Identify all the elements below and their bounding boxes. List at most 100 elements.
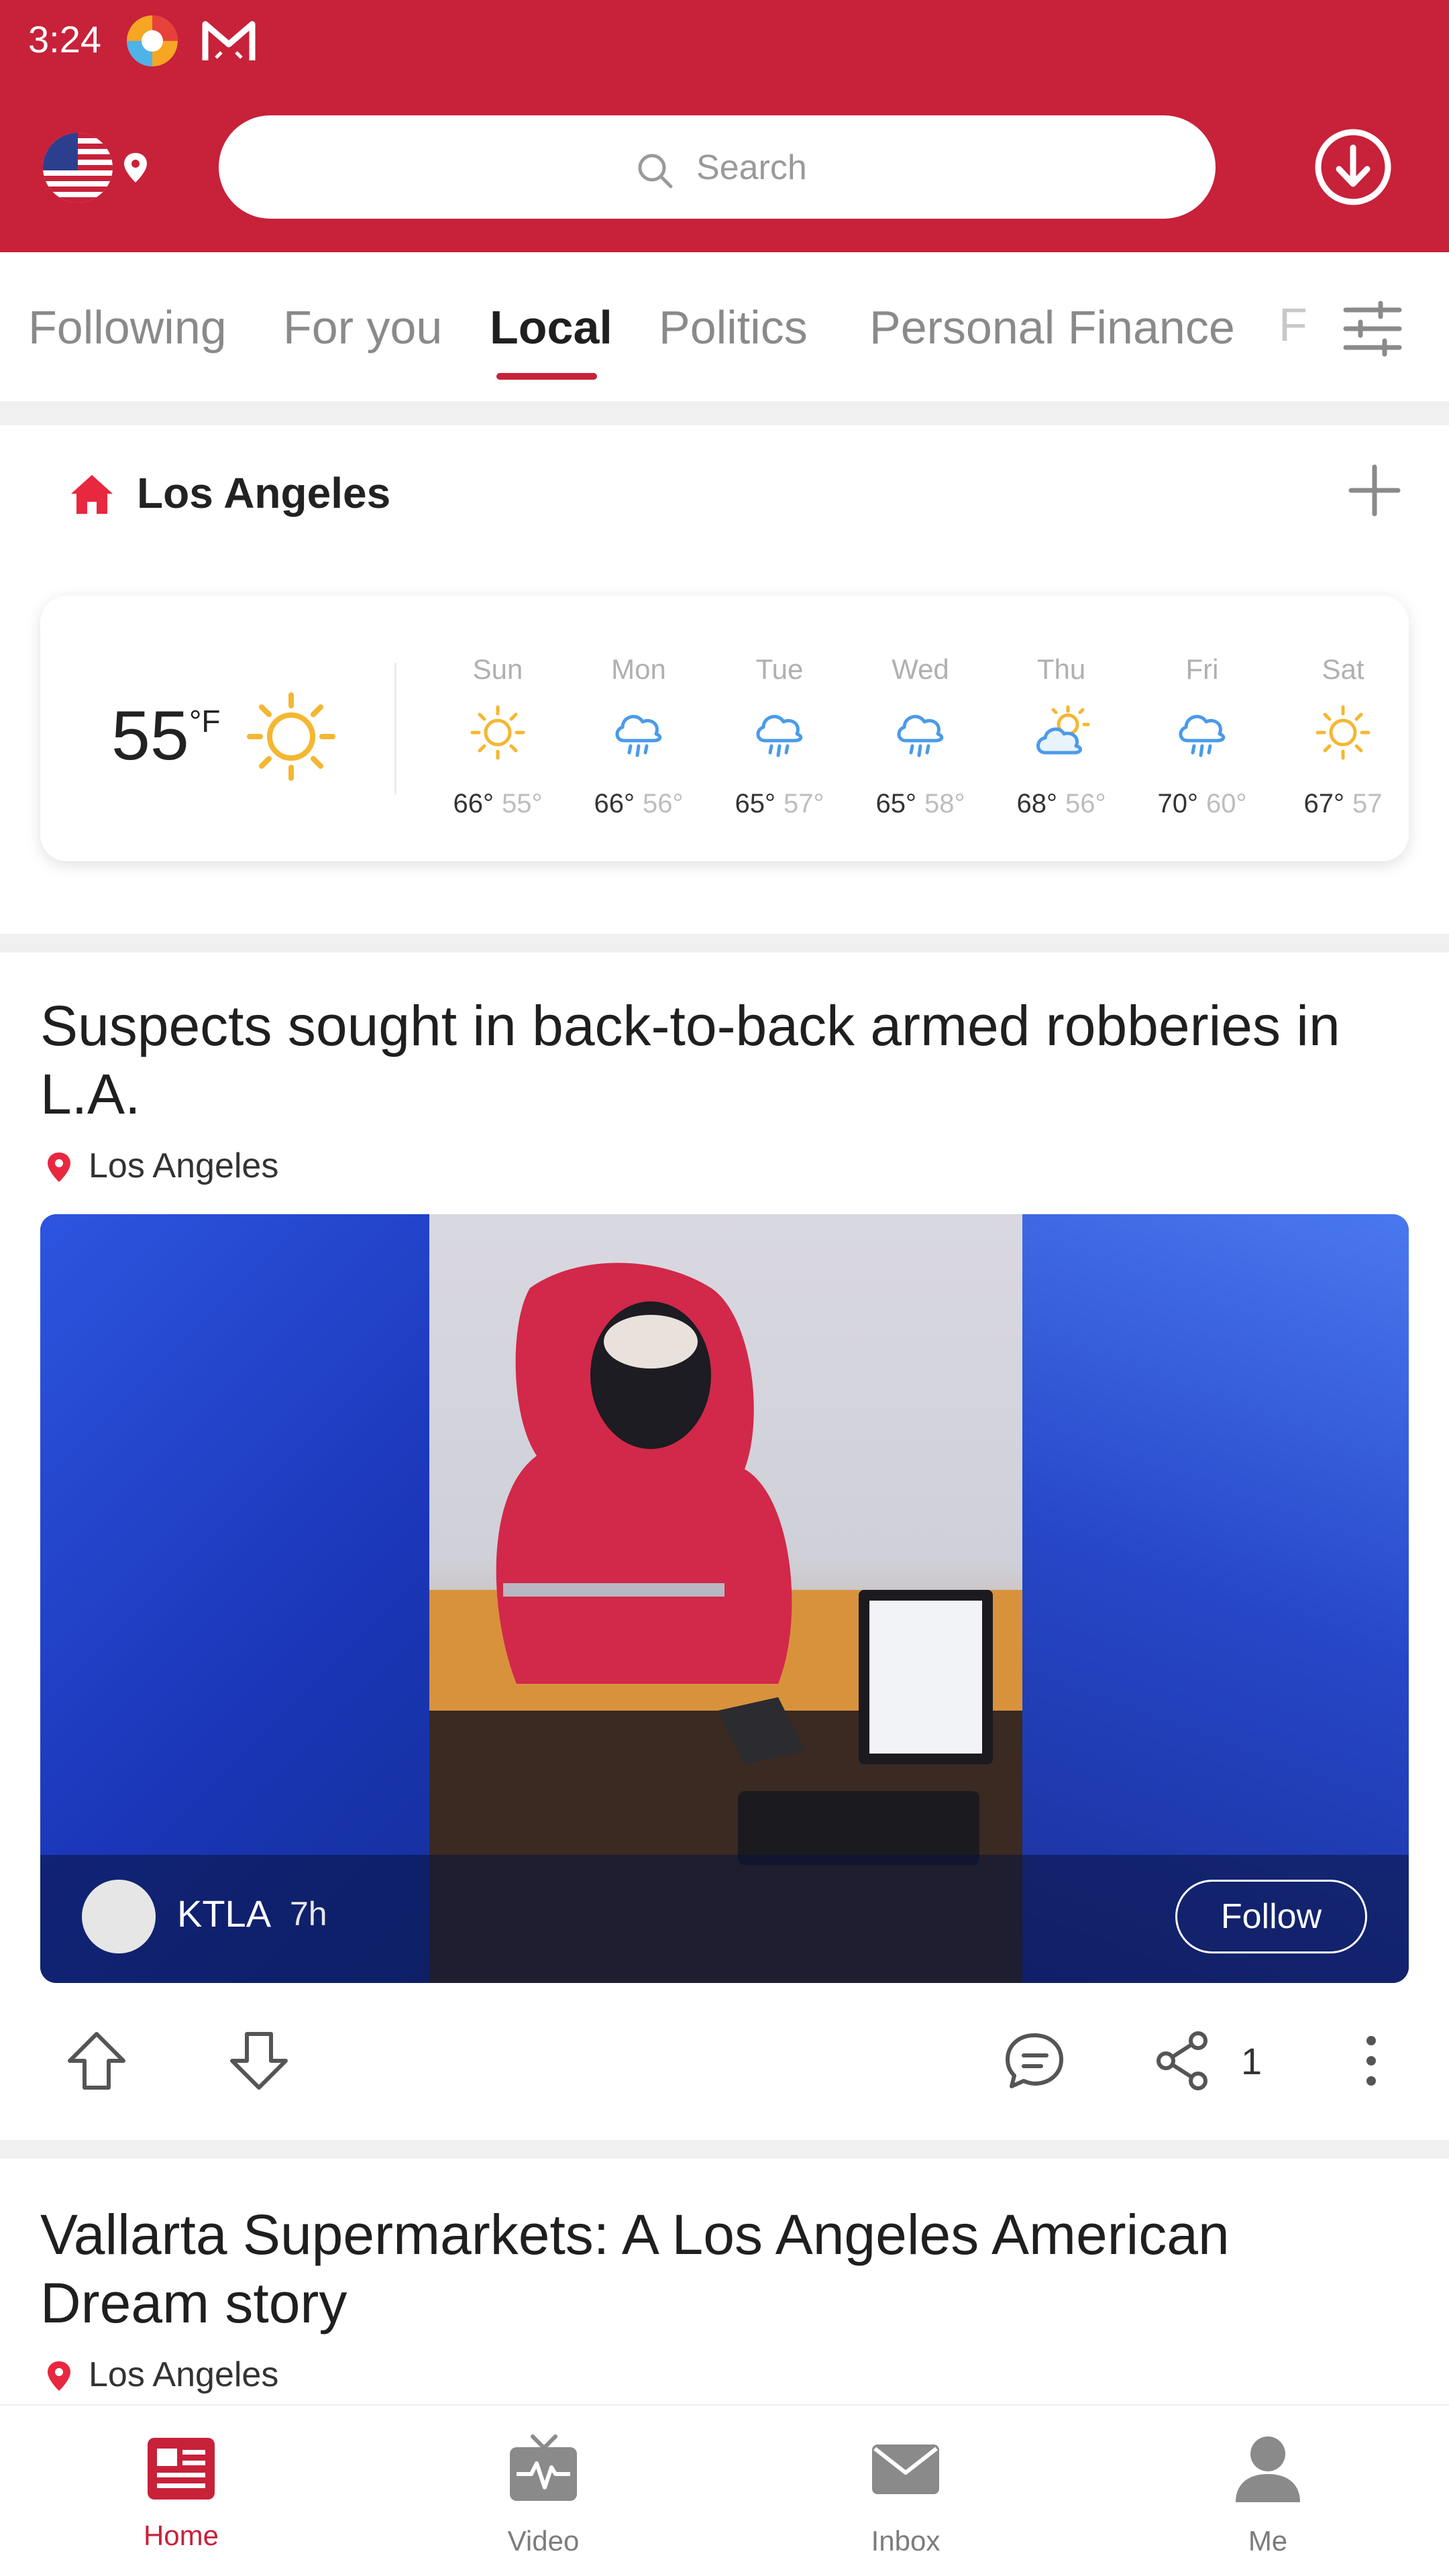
add-location-icon[interactable] xyxy=(1347,463,1402,518)
nav-label: Me xyxy=(1248,2525,1288,2557)
forecast-temps: 67° 57 xyxy=(1273,789,1409,819)
temperature-unit: °F xyxy=(189,704,221,739)
location-pin-icon xyxy=(48,2361,70,2391)
forecast-low: 56° xyxy=(643,789,684,818)
mail-app-icon xyxy=(202,21,256,60)
bottom-navigation: Home Video Inbox Me xyxy=(0,2404,1449,2576)
forecast-low: 55° xyxy=(502,789,543,818)
share-count: 1 xyxy=(1241,2040,1263,2082)
browser-app-icon xyxy=(127,15,178,66)
forecast-day: Wed 65° 58° xyxy=(850,596,991,861)
forecast-high: 65° xyxy=(735,789,776,818)
person-icon xyxy=(1236,2436,1300,2502)
local-city-title: Los Angeles xyxy=(137,469,391,517)
tab-for-you[interactable]: For you xyxy=(283,301,442,354)
us-flag-icon[interactable] xyxy=(43,133,113,203)
forecast-high: 66° xyxy=(594,789,635,818)
section-divider xyxy=(0,934,1449,953)
current-temperature: 55 xyxy=(111,697,189,775)
nav-label: Home xyxy=(143,2520,219,2551)
sun-icon xyxy=(247,692,335,781)
partly-cloudy-icon xyxy=(1036,705,1090,755)
forecast-day-name: Sun xyxy=(472,653,523,685)
forecast-day-name: Wed xyxy=(892,653,949,685)
status-time: 3:24 xyxy=(28,18,101,60)
home-location-icon xyxy=(71,475,113,514)
tab-politics[interactable]: Politics xyxy=(659,301,808,354)
forecast-temps: 70° 60° xyxy=(1132,789,1273,819)
forecast-day: Mon 66° 56° xyxy=(568,596,709,861)
sun-icon xyxy=(1316,705,1371,760)
forecast-high: 70° xyxy=(1157,789,1199,818)
weather-divider xyxy=(394,663,396,794)
forecast-temps: 65° 58° xyxy=(850,789,991,819)
search-placeholder: Search xyxy=(696,148,807,187)
download-icon[interactable] xyxy=(1313,127,1393,207)
nav-video[interactable]: Video xyxy=(443,2406,644,2576)
forecast-day: Sun 66° 55° xyxy=(427,596,568,861)
tab-personal-finance[interactable]: Personal Finance xyxy=(869,301,1235,354)
tab-following[interactable]: Following xyxy=(28,301,227,354)
article-title[interactable]: Suspects sought in back-to-back armed ro… xyxy=(40,991,1395,1128)
tab-local[interactable]: Local xyxy=(490,301,612,354)
article-location: Los Angeles xyxy=(89,1146,279,1185)
forecast-day-name: Fri xyxy=(1185,653,1219,685)
article-location: Los Angeles xyxy=(89,2355,279,2394)
search-icon xyxy=(638,154,673,189)
forecast-temps: 66° 56° xyxy=(568,789,709,819)
rain-icon xyxy=(756,714,803,757)
rain-icon xyxy=(615,714,662,757)
nav-me[interactable]: Me xyxy=(1167,2406,1368,2576)
forecast-high: 66° xyxy=(453,789,494,818)
forecast-high: 68° xyxy=(1016,789,1058,818)
category-tabs: Following For you Local Politics Persona… xyxy=(0,252,1449,401)
forecast-day-name: Thu xyxy=(1036,653,1086,685)
forecast-day: Fri 70° 60° xyxy=(1132,596,1273,861)
forecast-low: 60° xyxy=(1206,789,1247,818)
nav-home[interactable]: Home xyxy=(80,2406,282,2576)
nav-label: Video xyxy=(507,2525,580,2557)
forecast-day-name: Sat xyxy=(1322,653,1364,685)
forecast-temps: 66° 55° xyxy=(427,789,568,819)
forecast-day-name: Tue xyxy=(755,653,804,685)
section-divider xyxy=(0,401,1449,425)
share-icon[interactable] xyxy=(1151,2029,1216,2093)
forecast-high: 65° xyxy=(875,789,917,818)
comment-icon[interactable] xyxy=(1002,2029,1067,2093)
article-video-thumbnail[interactable]: KTLA 7h Follow xyxy=(40,1214,1409,1983)
active-tab-indicator xyxy=(496,373,597,380)
weather-card[interactable]: 55 °F Sun 66° 55° Mon 66° 56° Tue 65° 57… xyxy=(40,596,1409,861)
forecast-day: Thu 68° 56° xyxy=(991,596,1132,861)
forecast-low: 56° xyxy=(1065,789,1106,818)
forecast-high: 67° xyxy=(1303,789,1345,818)
rain-icon xyxy=(897,714,944,757)
source-name[interactable]: KTLA xyxy=(177,1892,271,1935)
tv-icon xyxy=(510,2434,577,2501)
filter-settings-icon[interactable] xyxy=(1340,297,1405,361)
location-pin-icon[interactable] xyxy=(122,152,149,184)
tab-overflow[interactable]: F xyxy=(1279,298,1307,352)
location-pin-icon xyxy=(48,1152,70,1182)
forecast-day: Tue 65° 57° xyxy=(709,596,850,861)
forecast-low: 58° xyxy=(924,789,965,818)
forecast-low: 57 xyxy=(1352,789,1383,818)
forecast-low: 57° xyxy=(784,789,824,818)
article-title[interactable]: Vallarta Supermarkets: A Los Angeles Ame… xyxy=(40,2200,1395,2337)
search-input[interactable]: Search xyxy=(219,115,1216,219)
forecast-day: Sat 67° 57 xyxy=(1273,596,1409,861)
app-header: 3:24 Search xyxy=(0,0,1449,252)
more-options-icon[interactable] xyxy=(1339,2029,1403,2093)
publish-time: 7h xyxy=(290,1895,327,1933)
nav-inbox[interactable]: Inbox xyxy=(805,2406,1006,2576)
nav-label: Inbox xyxy=(871,2525,941,2557)
rain-icon xyxy=(1179,714,1226,757)
forecast-temps: 65° 57° xyxy=(709,789,850,819)
source-avatar[interactable] xyxy=(82,1880,156,1953)
upvote-icon[interactable] xyxy=(64,2029,129,2093)
follow-button[interactable]: Follow xyxy=(1175,1880,1367,1953)
envelope-icon xyxy=(872,2445,939,2494)
newspaper-icon xyxy=(148,2438,215,2500)
section-divider xyxy=(0,2140,1449,2159)
downvote-icon[interactable] xyxy=(227,2029,291,2093)
sun-icon xyxy=(470,705,525,760)
